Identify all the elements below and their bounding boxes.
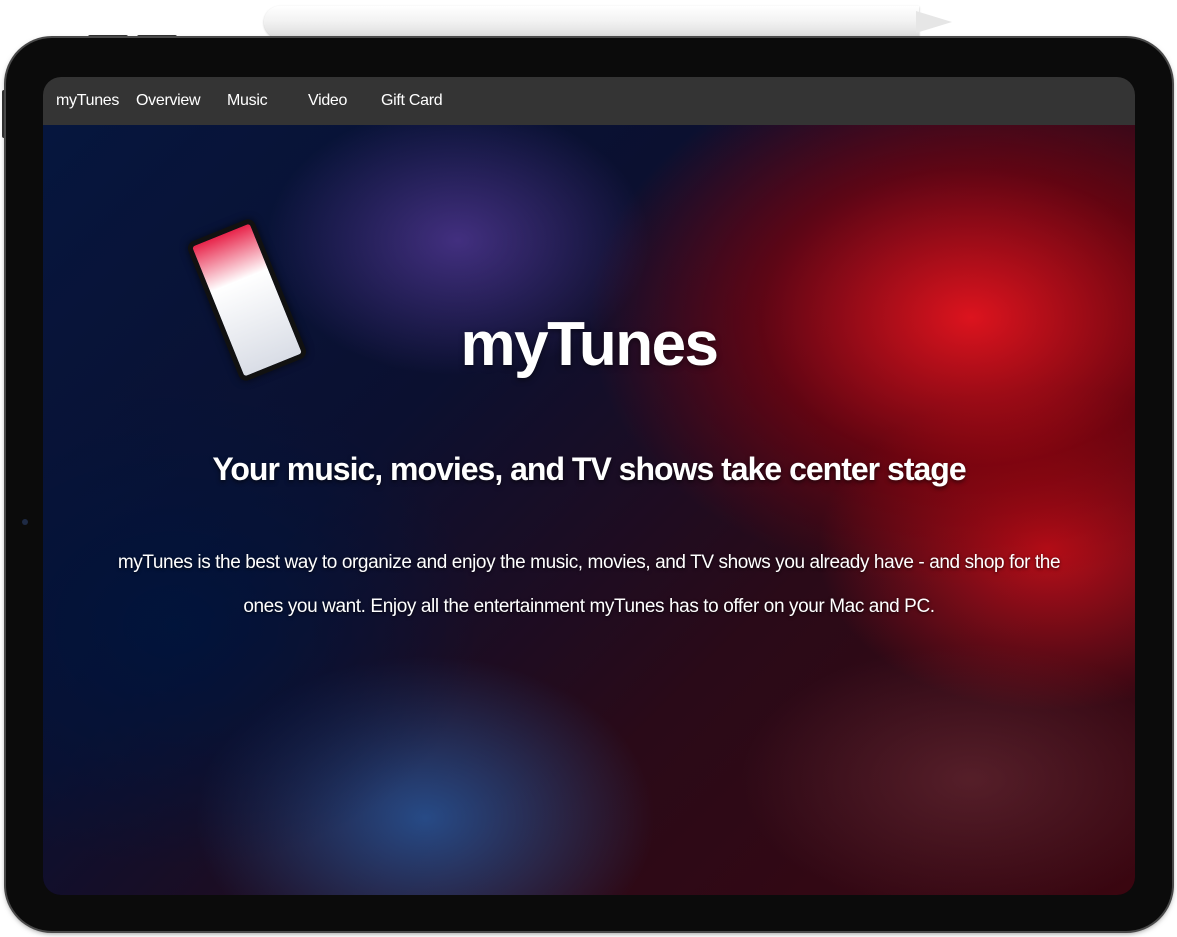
hero-banner: myTunes Your music, movies, and TV shows…: [43, 125, 1135, 895]
pencil-tip: [916, 11, 952, 33]
hero-subtitle: Your music, movies, and TV shows take ce…: [212, 451, 966, 487]
pencil-body: [264, 6, 919, 38]
nav-item-video[interactable]: Video: [308, 77, 347, 125]
apple-pencil: [264, 6, 954, 38]
nav-brand-link[interactable]: myTunes: [56, 77, 119, 125]
top-navbar: myTunes Overview Music Video Gift Card: [43, 77, 1135, 125]
nav-item-overview[interactable]: Overview: [136, 77, 201, 125]
hero-description: myTunes is the best way to organize and …: [117, 552, 1061, 617]
camera-icon: [22, 519, 28, 525]
nav-item-gift-card[interactable]: Gift Card: [381, 77, 443, 125]
tablet-screen: myTunes Overview Music Video Gift Card m…: [43, 77, 1135, 895]
nav-item-music[interactable]: Music: [227, 77, 268, 125]
hero-title: myTunes: [460, 310, 719, 379]
